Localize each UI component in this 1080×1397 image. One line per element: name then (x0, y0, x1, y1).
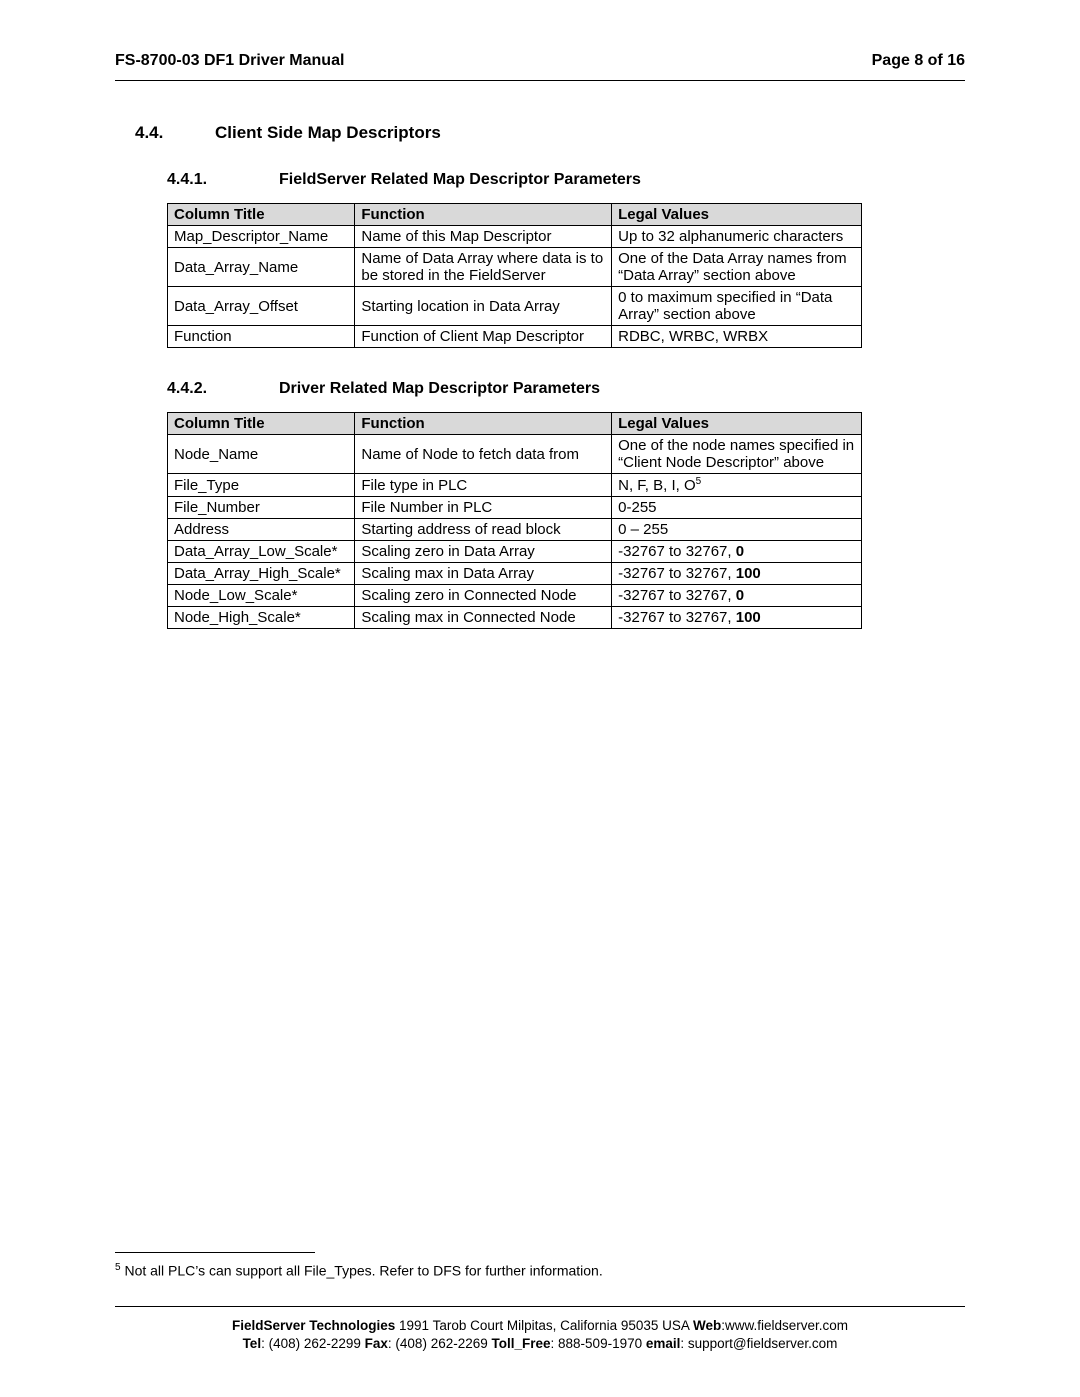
footnote: 5 Not all PLC’s can support all File_Typ… (115, 1262, 603, 1279)
header-right: Page 8 of 16 (872, 52, 965, 70)
table-row: Address Starting address of read block 0… (168, 519, 862, 541)
cell: Starting address of read block (355, 519, 612, 541)
table-row: Node_Name Name of Node to fetch data fro… (168, 435, 862, 474)
table-row: Data_Array_Offset Starting location in D… (168, 287, 862, 326)
footer-address: 1991 Tarob Court Milpitas, California 95… (395, 1318, 693, 1333)
footnote-text: Not all PLC’s can support all File_Types… (121, 1263, 603, 1279)
header-left: FS-8700-03 DF1 Driver Manual (115, 52, 344, 70)
cell-text: -32767 to 32767, (618, 609, 736, 626)
page-header: FS-8700-03 DF1 Driver Manual Page 8 of 1… (115, 52, 965, 81)
cell-default-value: 100 (736, 609, 761, 626)
section-441-title: FieldServer Related Map Descriptor Param… (279, 171, 641, 189)
cell: Scaling max in Data Array (355, 563, 612, 585)
cell: RDBC, WRBC, WRBX (612, 326, 862, 348)
table-header-row: Column Title Function Legal Values (168, 204, 862, 226)
page: FS-8700-03 DF1 Driver Manual Page 8 of 1… (0, 0, 1080, 1397)
cell: Name of Data Array where data is to be s… (355, 248, 612, 287)
table-header-row: Column Title Function Legal Values (168, 413, 862, 435)
th-legal-values: Legal Values (612, 413, 862, 435)
section-442-number: 4.4.2. (167, 380, 279, 398)
cell: -32767 to 32767, 0 (612, 585, 862, 607)
table-442: Column Title Function Legal Values Node_… (167, 412, 862, 629)
footer-web: :www.fieldserver.com (721, 1318, 848, 1333)
th-function: Function (355, 204, 612, 226)
section-442-heading: 4.4.2. Driver Related Map Descriptor Par… (167, 380, 965, 398)
cell: File type in PLC (355, 474, 612, 497)
footer-fax: : (408) 262-2269 (388, 1336, 492, 1351)
cell-text: -32767 to 32767, (618, 543, 736, 560)
cell: File_Type (168, 474, 355, 497)
cell: -32767 to 32767, 0 (612, 541, 862, 563)
footer-web-label: Web (693, 1318, 721, 1333)
cell: Map_Descriptor_Name (168, 226, 355, 248)
footnote-rule (115, 1252, 315, 1253)
cell: Scaling zero in Data Array (355, 541, 612, 563)
cell: Up to 32 alphanumeric characters (612, 226, 862, 248)
cell-default-value: 0 (736, 543, 744, 560)
cell: Data_Array_Name (168, 248, 355, 287)
section-441-number: 4.4.1. (167, 171, 279, 189)
section-441-heading: 4.4.1. FieldServer Related Map Descripto… (167, 171, 965, 189)
footer-fax-label: Fax (365, 1336, 388, 1351)
th-function: Function (355, 413, 612, 435)
footer-toll: : 888-509-1970 (551, 1336, 646, 1351)
cell: Name of Node to fetch data from (355, 435, 612, 474)
table-row: File_Number File Number in PLC 0-255 (168, 497, 862, 519)
table-row: Data_Array_High_Scale* Scaling max in Da… (168, 563, 862, 585)
cell: File Number in PLC (355, 497, 612, 519)
cell: Data_Array_Low_Scale* (168, 541, 355, 563)
cell: One of the node names specified in “Clie… (612, 435, 862, 474)
footer-tel-label: Tel (243, 1336, 262, 1351)
cell: N, F, B, I, O5 (612, 474, 862, 497)
footer-email: : support@fieldserver.com (680, 1336, 837, 1351)
cell: Node_Name (168, 435, 355, 474)
cell: Starting location in Data Array (355, 287, 612, 326)
cell: One of the Data Array names from “Data A… (612, 248, 862, 287)
cell: Scaling max in Connected Node (355, 607, 612, 629)
cell: Name of this Map Descriptor (355, 226, 612, 248)
cell-default-value: 100 (736, 565, 761, 582)
table-row: Function Function of Client Map Descript… (168, 326, 862, 348)
th-legal-values: Legal Values (612, 204, 862, 226)
cell: Function of Client Map Descriptor (355, 326, 612, 348)
footer-rule (115, 1306, 965, 1307)
table-row: Map_Descriptor_Name Name of this Map Des… (168, 226, 862, 248)
cell-text: -32767 to 32767, (618, 587, 736, 604)
th-column-title: Column Title (168, 204, 355, 226)
cell: -32767 to 32767, 100 (612, 563, 862, 585)
cell: 0 – 255 (612, 519, 862, 541)
table-row: Data_Array_Low_Scale* Scaling zero in Da… (168, 541, 862, 563)
cell-text: -32767 to 32767, (618, 565, 736, 582)
footnote-marker: 5 (696, 476, 702, 487)
cell: Address (168, 519, 355, 541)
cell: Function (168, 326, 355, 348)
th-column-title: Column Title (168, 413, 355, 435)
cell: 0 to maximum specified in “Data Array” s… (612, 287, 862, 326)
cell: Node_High_Scale* (168, 607, 355, 629)
section-44-heading: 4.4. Client Side Map Descriptors (135, 123, 965, 143)
footer-tel: : (408) 262-2299 (261, 1336, 365, 1351)
cell: File_Number (168, 497, 355, 519)
section-44-title: Client Side Map Descriptors (215, 123, 441, 143)
table-row: Data_Array_Name Name of Data Array where… (168, 248, 862, 287)
cell: Scaling zero in Connected Node (355, 585, 612, 607)
cell: 0-255 (612, 497, 862, 519)
footer-toll-label: Toll_Free (492, 1336, 551, 1351)
section-442-title: Driver Related Map Descriptor Parameters (279, 380, 600, 398)
table-row: File_Type File type in PLC N, F, B, I, O… (168, 474, 862, 497)
table-row: Node_Low_Scale* Scaling zero in Connecte… (168, 585, 862, 607)
cell: Node_Low_Scale* (168, 585, 355, 607)
footer-company: FieldServer Technologies (232, 1318, 395, 1333)
section-44-number: 4.4. (135, 123, 215, 143)
cell: Data_Array_Offset (168, 287, 355, 326)
table-row: Node_High_Scale* Scaling max in Connecte… (168, 607, 862, 629)
cell: Data_Array_High_Scale* (168, 563, 355, 585)
cell: -32767 to 32767, 100 (612, 607, 862, 629)
cell-text: N, F, B, I, O (618, 477, 696, 494)
table-441: Column Title Function Legal Values Map_D… (167, 203, 862, 348)
page-footer: FieldServer Technologies 1991 Tarob Cour… (115, 1317, 965, 1353)
cell-default-value: 0 (736, 587, 744, 604)
footer-email-label: email (646, 1336, 681, 1351)
